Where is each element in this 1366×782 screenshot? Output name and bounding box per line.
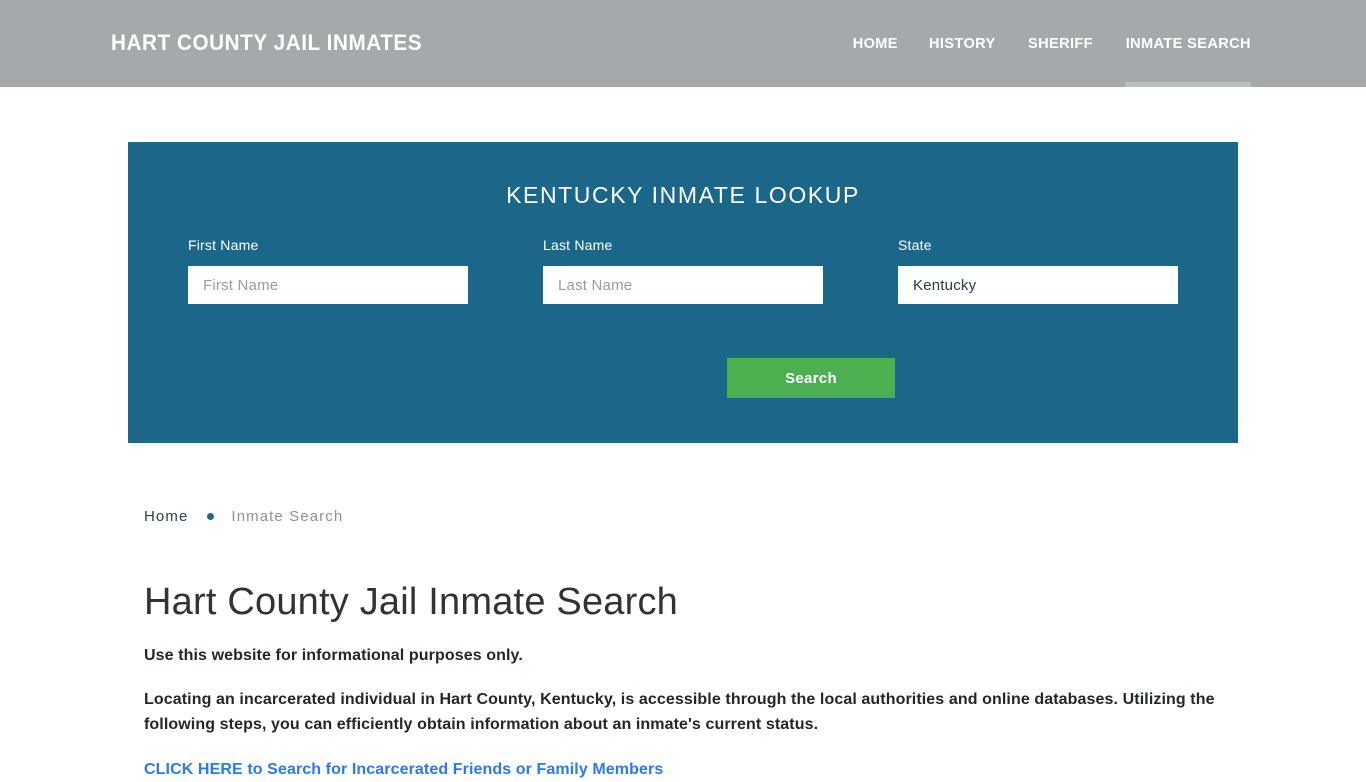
search-button[interactable]: Search xyxy=(727,358,895,398)
breadcrumb: Home Inmate Search xyxy=(144,507,343,526)
state-field-group: State xyxy=(898,237,1178,304)
site-logo[interactable]: HART COUNTY JAIL INMATES xyxy=(111,30,422,56)
last-name-input[interactable] xyxy=(543,266,823,304)
main-navigation: HOME HISTORY SHERIFF INMATE SEARCH xyxy=(837,0,1253,87)
inmate-lookup-panel: KENTUCKY INMATE LOOKUP First Name Last N… xyxy=(128,142,1238,443)
state-label: State xyxy=(898,237,932,253)
breadcrumb-home-link[interactable]: Home xyxy=(144,507,188,526)
last-name-label: Last Name xyxy=(543,237,613,253)
nav-item-sheriff[interactable]: SHERIFF xyxy=(1013,0,1107,87)
first-name-label: First Name xyxy=(188,237,259,253)
nav-item-home[interactable]: HOME xyxy=(838,0,912,87)
article-lead-text: Use this website for informational purpo… xyxy=(144,647,523,664)
article-content: Hart County Jail Inmate Search Use this … xyxy=(144,578,1224,782)
first-name-field-group: First Name xyxy=(188,237,468,304)
first-name-input[interactable] xyxy=(188,266,468,304)
nav-item-inmate-search[interactable]: INMATE SEARCH xyxy=(1111,0,1251,87)
last-name-field-group: Last Name xyxy=(543,237,823,304)
article-paragraph: Locating an incarcerated individual in H… xyxy=(144,691,1215,733)
lookup-form-row: First Name Last Name State xyxy=(188,237,1178,304)
lookup-panel-title: KENTUCKY INMATE LOOKUP xyxy=(506,182,860,208)
breadcrumb-separator-bullet-icon xyxy=(207,513,215,520)
page-title: Hart County Jail Inmate Search xyxy=(144,581,679,623)
inmate-search-cta-link[interactable]: CLICK HERE to Search for Incarcerated Fr… xyxy=(144,758,663,782)
state-input[interactable] xyxy=(898,266,1178,304)
site-header: HART COUNTY JAIL INMATES HOME HISTORY SH… xyxy=(0,0,1366,87)
nav-item-history[interactable]: HISTORY xyxy=(915,0,1011,87)
breadcrumb-current-page: Inmate Search xyxy=(231,508,344,525)
